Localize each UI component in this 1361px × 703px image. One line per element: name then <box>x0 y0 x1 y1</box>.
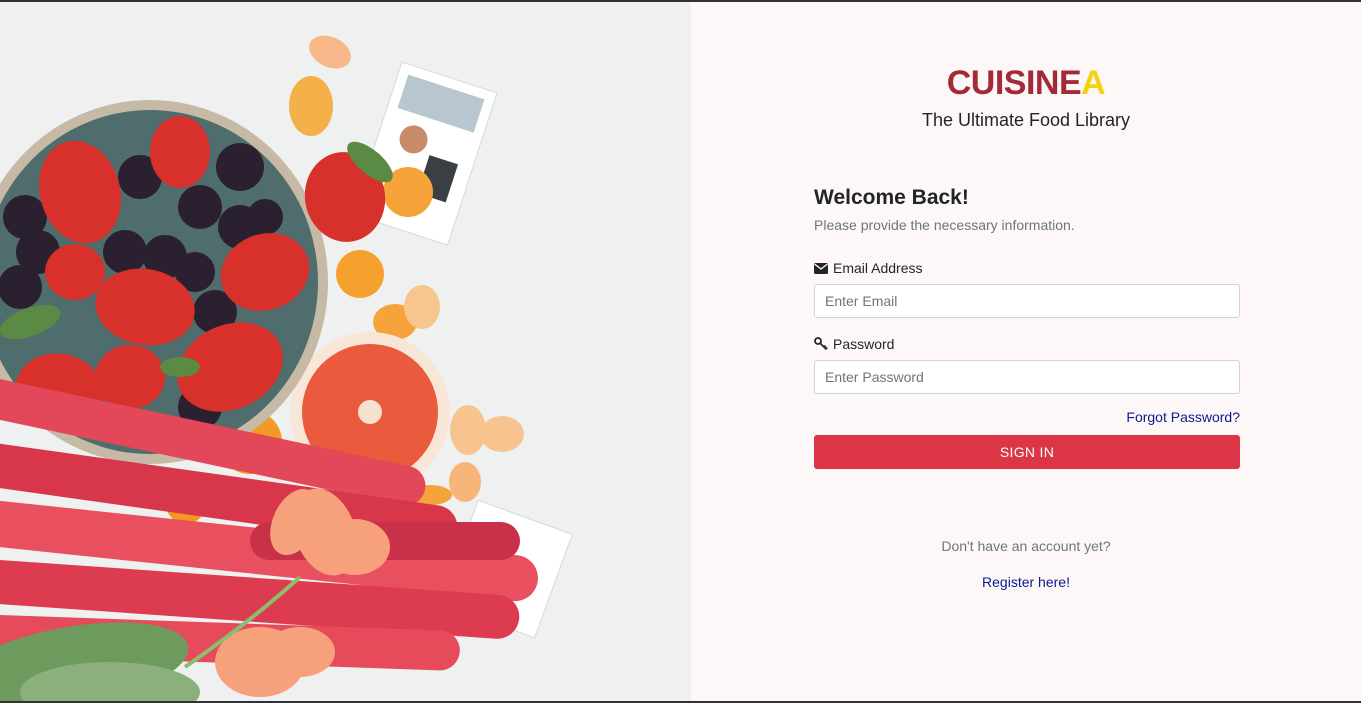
brand-logo: CUISINEA <box>691 64 1361 103</box>
key-icon <box>814 337 828 351</box>
brand-tagline: The Ultimate Food Library <box>921 110 1131 130</box>
form-subtitle: Please provide the necessary information… <box>814 217 1075 233</box>
form-heading: Welcome Back! <box>814 186 969 209</box>
no-account-prompt: Don't have an account yet? <box>941 538 1111 554</box>
brand-name-accent: A <box>1081 64 1106 102</box>
email-label: Email Address <box>814 260 922 276</box>
password-input[interactable] <box>814 360 1240 394</box>
password-label: Password <box>814 336 894 352</box>
login-panel: CUISINEA The Ultimate Food Library Welco… <box>691 2 1361 701</box>
email-input[interactable] <box>814 284 1240 318</box>
email-label-text: Email Address <box>833 260 923 276</box>
password-label-text: Password <box>833 336 895 352</box>
brand-name-main: CUISINE <box>946 64 1082 102</box>
register-link[interactable]: Register here! <box>982 574 1070 590</box>
register-row: Register here! <box>691 574 1361 590</box>
envelope-icon <box>814 261 828 275</box>
forgot-password-link[interactable]: Forgot Password? <box>1126 409 1240 425</box>
sign-in-button[interactable]: SIGN IN <box>814 435 1240 469</box>
hero-food-image <box>0 2 691 701</box>
